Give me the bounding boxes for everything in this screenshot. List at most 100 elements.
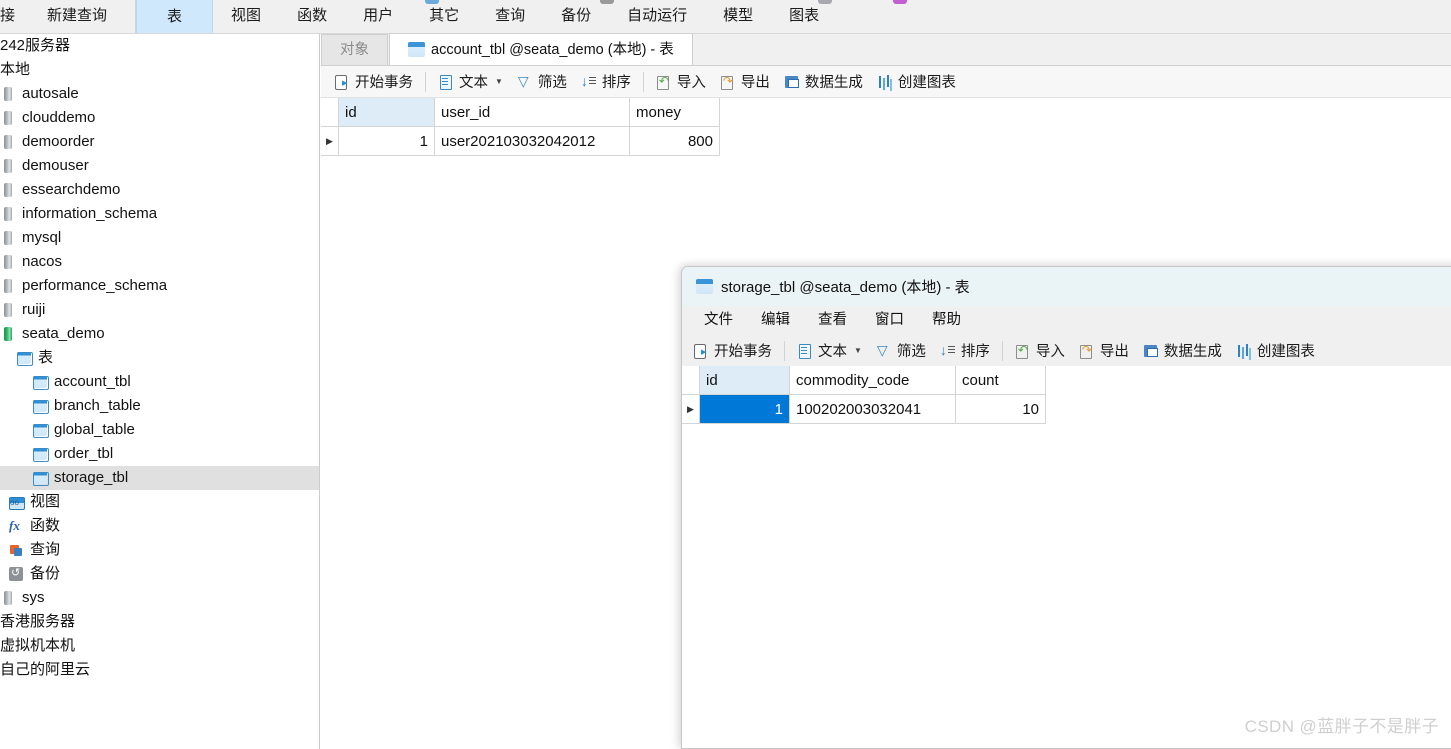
chevron-down-icon[interactable]: ▼ — [495, 77, 503, 86]
tree-label: 备份 — [30, 565, 61, 582]
tree-item-autosale[interactable]: autosale — [0, 82, 319, 106]
export-button[interactable]: 导出 — [713, 69, 777, 95]
import-icon — [1015, 343, 1031, 359]
tree-item-demouser[interactable]: demouser — [0, 154, 319, 178]
window-titlebar[interactable]: storage_tbl @seata_demo (本地) - 表 — [682, 267, 1451, 306]
storage-tbl-window[interactable]: storage_tbl @seata_demo (本地) - 表 文件 编辑 查… — [681, 266, 1451, 749]
menu-window[interactable]: 窗口 — [861, 306, 918, 335]
ribbon-tab-user[interactable]: 用户 — [345, 0, 411, 33]
tree-item-functions[interactable]: 函数 — [0, 514, 319, 538]
tree-item-branch-table[interactable]: branch_table — [0, 394, 319, 418]
text-button[interactable]: 文本 ▼ — [431, 69, 510, 95]
sort-button[interactable]: 排序 — [574, 69, 638, 95]
tab-objects[interactable]: 对象 — [321, 34, 388, 65]
tree-item-demoorder[interactable]: demoorder — [0, 130, 319, 154]
tree-item-order-tbl[interactable]: order_tbl — [0, 442, 319, 466]
ribbon-tab-chart[interactable]: 图表 — [771, 0, 837, 33]
import-button[interactable]: 导入 — [649, 69, 713, 95]
cell-user-id[interactable]: user202103032042012 — [435, 127, 630, 156]
menu-file[interactable]: 文件 — [690, 306, 747, 335]
tree-item-views[interactable]: 视图 — [0, 490, 319, 514]
tree-item-essearchdemo[interactable]: essearchdemo — [0, 178, 319, 202]
data-generate-button[interactable]: 数据生成 — [777, 69, 870, 95]
tree-item-seata-demo[interactable]: seata_demo — [0, 322, 319, 346]
ribbon-tab-model[interactable]: 模型 — [705, 0, 771, 33]
tree-item-performance-schema[interactable]: performance_schema — [0, 274, 319, 298]
row-marker-cell — [321, 98, 339, 127]
menu-edit[interactable]: 编辑 — [747, 306, 804, 335]
ribbon-tab-view[interactable]: 视图 — [213, 0, 279, 33]
ribbon-tab-function[interactable]: 函数 — [279, 0, 345, 33]
tree-item-local[interactable]: 本地 — [0, 58, 319, 82]
csdn-watermark: CSDN @蓝胖子不是胖子 — [1244, 717, 1439, 736]
ribbon-tab-table[interactable]: 表 — [136, 0, 214, 33]
ribbon-tab-other[interactable]: 其它 — [411, 0, 477, 33]
chevron-down-icon[interactable]: ▼ — [854, 346, 862, 355]
cell-count[interactable]: 10 — [956, 395, 1046, 424]
ribbon-tab-new-query[interactable]: 新建查询 — [29, 0, 125, 33]
tree-item-global-table[interactable]: global_table — [0, 418, 319, 442]
import-icon — [656, 74, 672, 90]
filter-button[interactable]: 筛选 — [510, 69, 574, 95]
tree-item-tables-folder[interactable]: 表 — [0, 346, 319, 370]
column-header-id[interactable]: id — [700, 366, 790, 395]
tab-account-tbl[interactable]: account_tbl @seata_demo (本地) - 表 — [389, 33, 693, 65]
tree-label: branch_table — [54, 397, 141, 414]
tree-label: information_schema — [22, 205, 158, 222]
tree-label: nacos — [22, 253, 63, 270]
table-icon — [408, 42, 425, 57]
sort-button[interactable]: 排序 — [933, 338, 997, 364]
cell-commodity-code[interactable]: 100202003032041 — [790, 395, 956, 424]
tree-item-vm-local[interactable]: 虚拟机本机 — [0, 634, 319, 658]
cell-money[interactable]: 800 — [630, 127, 720, 156]
column-header-commodity-code[interactable]: commodity_code — [790, 366, 956, 395]
ribbon-tab-backup[interactable]: 备份 — [543, 0, 609, 33]
cell-id[interactable]: 1 — [700, 395, 790, 424]
tree-item-account-tbl[interactable]: account_tbl — [0, 370, 319, 394]
tree-item-information-schema[interactable]: information_schema — [0, 202, 319, 226]
ribbon-tab-autorun[interactable]: 自动运行 — [609, 0, 705, 33]
column-header-id[interactable]: id — [339, 98, 435, 127]
tree-label: autosale — [22, 85, 79, 102]
tree-item-queries[interactable]: 查询 — [0, 538, 319, 562]
start-transaction-button[interactable]: 开始事务 — [686, 338, 779, 364]
storage-data-grid[interactable]: id commodity_code count ▶ 1 100202003032… — [682, 366, 1451, 424]
filter-button[interactable]: 筛选 — [869, 338, 933, 364]
button-label: 数据生成 — [1163, 344, 1222, 360]
menu-view[interactable]: 查看 — [804, 306, 861, 335]
start-transaction-button[interactable]: 开始事务 — [327, 69, 420, 95]
cell-id[interactable]: 1 — [339, 127, 435, 156]
tree-item-sys[interactable]: sys — [0, 586, 319, 610]
column-header-user-id[interactable]: user_id — [435, 98, 630, 127]
menu-help[interactable]: 帮助 — [918, 306, 975, 335]
navigation-sidebar[interactable]: 242服务器 本地 autosale clouddemo demoorder d… — [0, 34, 320, 749]
tree-item-backups[interactable]: 备份 — [0, 562, 319, 586]
current-row-indicator: ▶ — [682, 395, 700, 424]
ribbon-tabbar: 接 新建查询 表 视图 函数 用户 其它 查询 备份 自动运行 模型 图表 — [0, 0, 1451, 34]
column-header-money[interactable]: money — [630, 98, 720, 127]
text-button[interactable]: 文本 ▼ — [790, 338, 869, 364]
column-header-count[interactable]: count — [956, 366, 1046, 395]
ribbon-tab-connect[interactable]: 接 — [0, 0, 29, 33]
button-label: 导入 — [1035, 344, 1065, 360]
window-body: id commodity_code count ▶ 1 100202003032… — [682, 366, 1451, 748]
tree-item-mysql[interactable]: mysql — [0, 226, 319, 250]
create-chart-button[interactable]: 创建图表 — [1229, 338, 1322, 364]
tree-item-nacos[interactable]: nacos — [0, 250, 319, 274]
main-data-grid[interactable]: id user_id money ▶ 1 user202103032042012… — [321, 98, 1451, 156]
create-chart-button[interactable]: 创建图表 — [870, 69, 963, 95]
table-row[interactable]: ▶ 1 user202103032042012 800 — [321, 127, 1451, 156]
tree-item-clouddemo[interactable]: clouddemo — [0, 106, 319, 130]
tree-item-hk-server[interactable]: 香港服务器 — [0, 610, 319, 634]
current-row-indicator: ▶ — [321, 127, 339, 156]
table-row[interactable]: ▶ 1 100202003032041 10 — [682, 395, 1451, 424]
tree-item-ruiji[interactable]: ruiji — [0, 298, 319, 322]
ribbon-tab-query[interactable]: 查询 — [477, 0, 543, 33]
export-button[interactable]: 导出 — [1072, 338, 1136, 364]
tree-item-storage-tbl[interactable]: storage_tbl — [0, 466, 319, 490]
import-button[interactable]: 导入 — [1008, 338, 1072, 364]
data-generate-button[interactable]: 数据生成 — [1136, 338, 1229, 364]
tree-item-aliyun[interactable]: 自己的阿里云 — [0, 658, 319, 682]
tree-item-server-242[interactable]: 242服务器 — [0, 34, 319, 58]
button-label: 创建图表 — [1256, 344, 1315, 360]
